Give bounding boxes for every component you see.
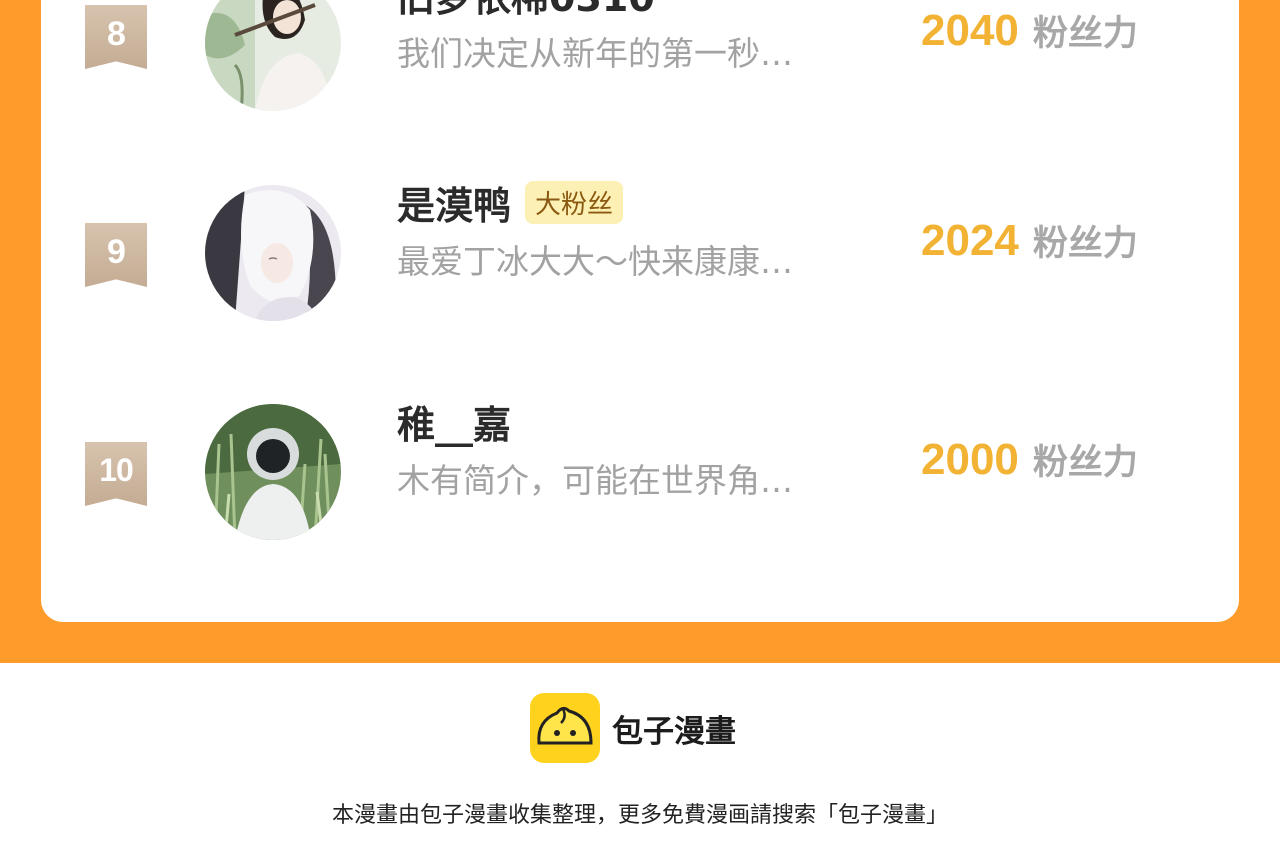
fan-score: 2040 粉丝力 <box>921 5 1138 56</box>
fan-score: 2024 粉丝力 <box>921 215 1138 266</box>
user-avatar[interactable] <box>205 404 341 540</box>
user-bio: 最爱丁冰大大～快来康康… <box>397 242 793 281</box>
app-name: 包子漫畫 <box>612 713 736 750</box>
fan-score-unit: 粉丝力 <box>1032 14 1138 54</box>
user-bio: 木有简介，可能在世界角… <box>397 461 793 500</box>
fan-score-value: 2040 <box>921 6 1019 55</box>
rank-badge: 8 <box>85 5 147 69</box>
footer-note: 本漫畫由包子漫畫收集整理，更多免費漫画請搜索「包子漫畫」 <box>331 803 948 828</box>
rank-badge: 10 <box>85 442 147 506</box>
avatar-image <box>205 0 341 111</box>
user-name[interactable]: 是漠鸭 <box>397 175 511 230</box>
ranking-card: 8 旧梦依稀0310 我们决定从新年的第一秒… 2040 粉丝力 9 <box>41 0 1239 622</box>
ranking-row[interactable]: 8 旧梦依稀0310 我们决定从新年的第一秒… 2040 粉丝力 <box>41 0 1239 115</box>
fan-score-unit: 粉丝力 <box>1032 224 1138 264</box>
big-fan-badge: 大粉丝 <box>525 181 624 224</box>
user-avatar[interactable] <box>205 0 341 111</box>
rank-badge: 9 <box>85 223 147 287</box>
avatar-image <box>205 185 341 321</box>
ranking-row[interactable]: 9 是漠鸭 大粉丝 最爱丁冰大大～快来康康… 2024 粉丝力 <box>41 181 1239 325</box>
user-name[interactable]: 旧梦依稀0310 <box>397 0 655 22</box>
user-avatar[interactable] <box>205 185 341 321</box>
user-name[interactable]: 稚__嘉 <box>397 394 511 449</box>
bun-icon <box>530 693 600 763</box>
fan-score-value: 2024 <box>921 216 1019 265</box>
fan-score-value: 2000 <box>921 435 1019 484</box>
ranking-row[interactable]: 10 稚__嘉 木有简介，可能在世界角… 2000 粉丝力 <box>41 403 1239 544</box>
avatar-image <box>205 404 341 540</box>
app-logo[interactable]: 包子漫畫 <box>530 693 736 763</box>
fan-score-unit: 粉丝力 <box>1032 443 1138 483</box>
fan-score: 2000 粉丝力 <box>921 434 1138 485</box>
user-bio: 我们决定从新年的第一秒… <box>397 34 793 73</box>
